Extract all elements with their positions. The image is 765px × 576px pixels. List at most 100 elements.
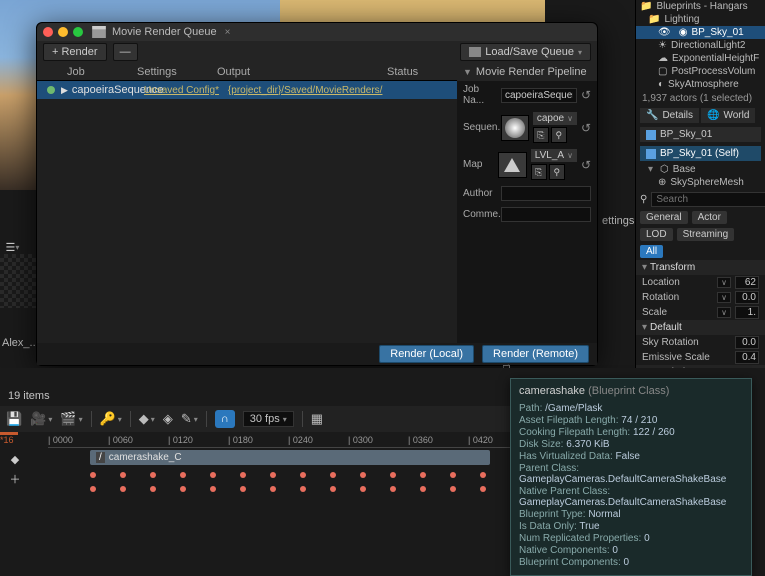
map-select[interactable]: LVL_A ∨ bbox=[531, 149, 577, 162]
key-icon[interactable]: 🔑▾ bbox=[100, 411, 122, 427]
job-output-link[interactable]: {project_dir}/Saved/MovieRenders/ bbox=[224, 85, 414, 96]
close-icon[interactable] bbox=[43, 27, 53, 37]
outliner-item[interactable]: ◐ SkyAtmosphere bbox=[636, 78, 765, 91]
clip-camerashake[interactable]: /camerashake_C bbox=[90, 450, 490, 465]
actor-header[interactable]: BP_Sky_01 bbox=[640, 127, 761, 142]
diamonds-icon[interactable]: ◈ bbox=[163, 411, 173, 427]
keyframe-icon[interactable] bbox=[390, 472, 396, 478]
keyframe-icon[interactable] bbox=[300, 486, 306, 492]
settings-tab-fragment[interactable]: ettings bbox=[602, 215, 634, 227]
visibility-icon[interactable]: 👁 bbox=[658, 27, 671, 38]
keyframe-icon[interactable] bbox=[180, 472, 186, 478]
keyframe-icon[interactable] bbox=[330, 486, 336, 492]
keyframe-icon[interactable] bbox=[90, 486, 96, 492]
keyframe-icon[interactable] bbox=[300, 472, 306, 478]
keyframe-row[interactable] bbox=[30, 482, 510, 496]
tab-world[interactable]: 🌐 World bbox=[701, 108, 755, 123]
keyframe-icon[interactable] bbox=[120, 486, 126, 492]
axis-select[interactable]: ∨ bbox=[717, 277, 731, 288]
filter-button[interactable]: ☰▾ bbox=[0, 237, 25, 257]
filter-pill[interactable]: LOD bbox=[640, 228, 673, 241]
job-config-link[interactable]: Unsaved Config* bbox=[144, 85, 224, 96]
col-output[interactable]: Output bbox=[217, 66, 387, 78]
chevron-right-icon[interactable]: ▶ bbox=[61, 85, 68, 96]
numeric-field[interactable]: 0.4 bbox=[735, 351, 759, 364]
section-transform[interactable]: ▾Transform bbox=[636, 260, 765, 275]
keyframe-icon[interactable] bbox=[150, 486, 156, 492]
col-settings[interactable]: Settings bbox=[137, 66, 217, 78]
outliner-item[interactable]: 👁◉ BP_Sky_01 bbox=[636, 26, 765, 39]
outliner-item[interactable]: ☁ ExponentialHeightF bbox=[636, 52, 765, 65]
map-thumbnail[interactable] bbox=[498, 152, 527, 178]
numeric-field[interactable]: 0.0 bbox=[735, 291, 759, 304]
find-icon[interactable]: ⚲ bbox=[549, 164, 565, 180]
render-local-button[interactable]: Render (Local) bbox=[379, 345, 474, 363]
view-options-icon[interactable]: ▦ bbox=[311, 411, 323, 427]
keyframe-icon[interactable] bbox=[480, 486, 486, 492]
outliner-item[interactable]: 📁 Blueprints - Hangars bbox=[636, 0, 765, 13]
sequence-select[interactable]: capoe ∨ bbox=[533, 112, 577, 125]
pipeline-header[interactable]: ▼ Movie Render Pipeline bbox=[457, 63, 597, 81]
keyframe-icon[interactable] bbox=[240, 486, 246, 492]
comment-field[interactable] bbox=[501, 207, 591, 222]
clapper-icon[interactable]: 🎬▾ bbox=[60, 411, 82, 427]
render-remote-button[interactable]: Render (Remote) bbox=[482, 345, 589, 363]
camera-icon[interactable]: 🎥▾ bbox=[30, 411, 52, 427]
keyframe-row[interactable] bbox=[30, 468, 510, 482]
filter-pill[interactable]: General bbox=[640, 211, 688, 224]
maximize-icon[interactable] bbox=[73, 27, 83, 37]
outliner-item[interactable]: ▢ PostProcessVolum bbox=[636, 65, 765, 78]
keyframe-icon[interactable] bbox=[480, 472, 486, 478]
outliner-item[interactable]: ☀ DirectionalLight2 bbox=[636, 39, 765, 52]
remove-button[interactable]: — bbox=[113, 43, 138, 61]
tab-details[interactable]: 🔧 Details bbox=[640, 108, 699, 123]
job-row[interactable]: ▶ capoeiraSequence Unsaved Config* {proj… bbox=[37, 81, 457, 99]
keyframe-icon[interactable] bbox=[390, 486, 396, 492]
keyframe-icon[interactable] bbox=[210, 472, 216, 478]
keyframe-icon[interactable] bbox=[240, 472, 246, 478]
edit-icon[interactable]: ✎▾ bbox=[181, 411, 198, 427]
load-save-queue-button[interactable]: Load/Save Queue▾ bbox=[460, 43, 591, 61]
add-render-button[interactable]: + Render bbox=[43, 43, 107, 61]
chevron-down-icon[interactable]: ▾ bbox=[648, 164, 653, 175]
reset-icon[interactable]: ↺ bbox=[581, 158, 591, 172]
keyframe-icon[interactable] bbox=[150, 472, 156, 478]
browse-icon[interactable]: ⎘ bbox=[533, 127, 549, 143]
keyframe-icon[interactable] bbox=[270, 472, 276, 478]
tree-item-mesh[interactable]: ⊕ SkySphereMesh bbox=[636, 176, 765, 189]
keyframe-icon[interactable] bbox=[90, 472, 96, 478]
window-titlebar[interactable]: Movie Render Queue × bbox=[37, 23, 597, 41]
outliner-item[interactable]: 📁 Lighting bbox=[636, 13, 765, 26]
keyframe-icon[interactable] bbox=[120, 472, 126, 478]
job-name-field[interactable] bbox=[501, 88, 577, 103]
component-self[interactable]: BP_Sky_01 (Self) bbox=[640, 146, 761, 161]
keyframe-icon[interactable] bbox=[360, 486, 366, 492]
track-row[interactable]: /camerashake_C bbox=[30, 448, 510, 466]
details-search-input[interactable] bbox=[651, 192, 765, 207]
keyframe-icon[interactable] bbox=[450, 472, 456, 478]
keyframe-icon[interactable] bbox=[420, 472, 426, 478]
filter-pill[interactable]: All bbox=[640, 245, 663, 258]
find-icon[interactable]: ⚲ bbox=[551, 127, 567, 143]
chevron-down-icon[interactable]: ▼ bbox=[463, 67, 472, 77]
numeric-field[interactable]: 1. bbox=[735, 306, 759, 319]
author-field[interactable] bbox=[501, 186, 591, 201]
add-track-icon[interactable]: ＋ bbox=[5, 470, 25, 488]
col-status[interactable]: Status bbox=[387, 66, 457, 78]
snap-toggle[interactable]: ∩ bbox=[215, 410, 235, 428]
tree-item-base[interactable]: ▾⬡ Base bbox=[636, 163, 765, 176]
fps-selector[interactable]: 30 fps ▾ bbox=[243, 411, 294, 427]
keyframe-icon[interactable] bbox=[270, 486, 276, 492]
section-default[interactable]: ▾Default bbox=[636, 320, 765, 335]
keyframe-icon[interactable] bbox=[210, 486, 216, 492]
keyframe-icon[interactable] bbox=[180, 486, 186, 492]
save-icon[interactable]: 💾 bbox=[6, 411, 22, 427]
tab-close-icon[interactable]: × bbox=[225, 27, 231, 38]
sequence-thumbnail[interactable] bbox=[501, 115, 529, 141]
keyframe-icon[interactable] bbox=[360, 472, 366, 478]
keyframe-icon[interactable] bbox=[450, 486, 456, 492]
filter-pill[interactable]: Streaming bbox=[677, 228, 735, 241]
diamond-icon[interactable]: ◆▾ bbox=[139, 411, 155, 427]
reset-icon[interactable]: ↺ bbox=[581, 88, 591, 102]
keyframe-icon[interactable] bbox=[330, 472, 336, 478]
